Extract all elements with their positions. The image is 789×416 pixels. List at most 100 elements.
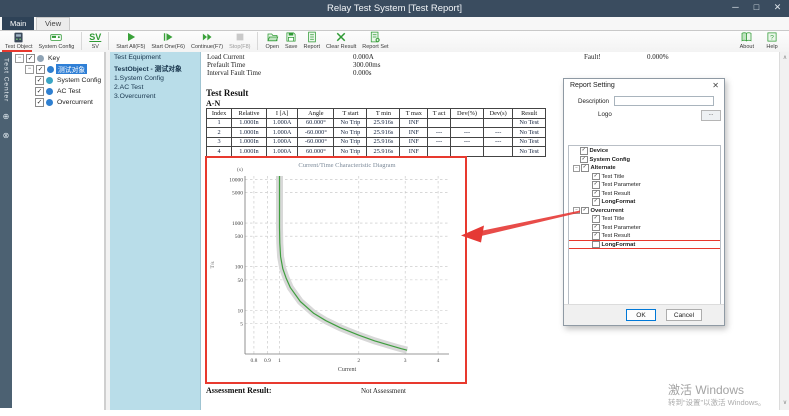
maximize-button[interactable]: □ xyxy=(751,2,762,13)
tree-item-label: AC Test xyxy=(55,88,83,95)
close-circle-icon[interactable]: ⊗ xyxy=(0,131,12,140)
table-cell: 1.000A xyxy=(266,137,297,147)
help-icon: ? xyxy=(766,31,778,43)
tree-item-[interactable]: −✓ 测试对象 xyxy=(12,64,104,74)
report-section-overcurrent[interactable]: −✓Overcurrent xyxy=(569,207,720,214)
test-object-icon xyxy=(12,31,25,43)
checkbox-checked[interactable]: ✓ xyxy=(592,232,600,240)
overview-item-1-system-config[interactable]: 1.System Config xyxy=(110,73,200,82)
collapse-icon[interactable]: − xyxy=(15,54,24,63)
clear-result-icon xyxy=(335,31,347,43)
table-cell: --- xyxy=(450,137,483,147)
report-section-test-parameter[interactable]: ✓Test Parameter xyxy=(569,224,720,231)
tree-item-label: 测试对象 xyxy=(56,64,87,74)
tree-item-ac-test[interactable]: ✓ AC Test xyxy=(12,86,104,96)
ok-button[interactable]: OK xyxy=(626,309,656,321)
open-icon xyxy=(266,31,279,43)
report-section-test-result[interactable]: ✓Test Result xyxy=(569,190,720,197)
toolbar-item-save[interactable]: Save xyxy=(282,31,301,50)
side-rail-label[interactable]: Test Center xyxy=(3,58,10,102)
toolbar-item-about[interactable]: About xyxy=(737,31,757,50)
minimize-button[interactable]: ─ xyxy=(730,2,741,13)
plus-circle-icon[interactable]: ⊕ xyxy=(0,112,12,121)
tab-main[interactable]: Main xyxy=(2,17,34,30)
toolbar-item-clear-result[interactable]: Clear Result xyxy=(323,31,359,50)
checkbox-checked[interactable]: ✓ xyxy=(581,207,589,215)
report-setting-dialog: Report Setting ✕ Description Logo ... ✓D… xyxy=(563,78,725,326)
checkbox-checked[interactable]: ✓ xyxy=(592,173,600,181)
checkbox-checked[interactable]: ✓ xyxy=(580,156,588,164)
table-cell: 25.916s xyxy=(367,137,400,147)
checkbox-checked[interactable]: ✓ xyxy=(26,54,35,63)
overview-item-3-overcurrent[interactable]: 3.Overcurrent xyxy=(110,91,200,100)
logo-browse-button[interactable]: ... xyxy=(701,110,721,121)
checkbox-checked[interactable]: ✓ xyxy=(592,224,600,232)
toolbar-item-label: Stop(F8) xyxy=(229,44,250,50)
checkbox-checked[interactable]: ✓ xyxy=(35,87,44,96)
tree-item-system-config[interactable]: ✓System Config xyxy=(12,75,104,85)
report-section-test-parameter[interactable]: ✓Test Parameter xyxy=(569,182,720,189)
checkbox-checked[interactable]: ✓ xyxy=(592,190,600,198)
toolbar-item-test-object[interactable]: Test Object xyxy=(2,31,36,50)
checkbox-unchecked[interactable] xyxy=(592,241,600,249)
scroll-down-icon[interactable]: ∨ xyxy=(780,399,789,406)
toolbar-item-label: Save xyxy=(285,44,298,50)
toolbar-item-sv[interactable]: SVSV xyxy=(86,31,104,50)
collapse-icon[interactable]: − xyxy=(573,165,580,172)
svg-text:Current: Current xyxy=(338,367,357,373)
report-section-test-result[interactable]: ✓Test Result xyxy=(569,233,720,240)
report-section-test-title[interactable]: ✓Test Title xyxy=(569,173,720,180)
toolbar-item-start-all-f5[interactable]: Start All(F5) xyxy=(113,31,148,50)
table-cell: 1.000In xyxy=(232,137,267,147)
toolbar-item-report[interactable]: Report xyxy=(301,31,324,50)
toolbar-item-label: Start One(F6) xyxy=(151,44,185,50)
overview-item-2-ac-test[interactable]: 2.AC Test xyxy=(110,82,200,91)
checkbox-checked[interactable]: ✓ xyxy=(35,98,44,107)
svg-text:10: 10 xyxy=(238,308,244,314)
svg-text:2: 2 xyxy=(357,358,360,364)
report-section-alternate[interactable]: −✓Alternate xyxy=(569,165,720,172)
report-section-device[interactable]: ✓Device xyxy=(569,148,720,155)
description-input[interactable] xyxy=(614,96,714,106)
toolbar-item-start-one-f6[interactable]: Start One(F6) xyxy=(148,31,188,50)
checkbox-checked[interactable]: ✓ xyxy=(592,181,600,189)
table-header-row: IndexRelativeI [A]AngleT startT minT max… xyxy=(207,109,546,119)
report-sections-tree: ✓Device✓System Config−✓Alternate✓Test Ti… xyxy=(568,145,721,306)
collapse-icon[interactable]: − xyxy=(573,207,580,214)
toolbar-item-system-config[interactable]: System Config xyxy=(36,31,78,50)
toolbar-item-stop-f8: Stop(F8) xyxy=(226,31,253,50)
report-section-system-config[interactable]: ✓System Config xyxy=(569,156,720,163)
toolbar-item-open[interactable]: Open xyxy=(262,31,281,50)
system-config-icon xyxy=(49,31,63,43)
tab-view[interactable]: View xyxy=(36,17,70,30)
tree-root-key[interactable]: −✓Key xyxy=(12,53,104,63)
overview-item-test-equipment[interactable]: Test Equipment xyxy=(110,52,200,61)
checkbox-checked[interactable]: ✓ xyxy=(35,76,44,85)
collapse-icon[interactable]: − xyxy=(25,65,34,74)
vertical-scrollbar[interactable]: ∧ ∨ xyxy=(779,52,789,410)
checkbox-checked[interactable]: ✓ xyxy=(581,164,589,172)
toolbar-item-report-set[interactable]: Report Set xyxy=(359,31,391,50)
cancel-button[interactable]: Cancel xyxy=(666,309,702,321)
checkbox-checked[interactable]: ✓ xyxy=(36,65,45,74)
report-section-longformat[interactable]: ✓LongFormat xyxy=(569,199,720,206)
close-button[interactable]: ✕ xyxy=(772,2,783,13)
toolbar-item-help[interactable]: ?Help xyxy=(763,31,781,50)
scroll-up-icon[interactable]: ∧ xyxy=(780,54,789,61)
toolbar-group-2: Start All(F5)Start One(F6)Continue(F7)St… xyxy=(111,31,255,50)
toolbar-right: About ?Help xyxy=(737,31,781,50)
checkbox-checked[interactable]: ✓ xyxy=(592,215,600,223)
checkbox-checked[interactable]: ✓ xyxy=(592,198,600,206)
report-section-label: LongFormat xyxy=(602,242,636,248)
report-section-test-title[interactable]: ✓Test Title xyxy=(569,216,720,223)
toolbar-item-label: Report xyxy=(304,44,321,50)
checkbox-checked[interactable]: ✓ xyxy=(580,147,588,155)
dialog-close-icon[interactable]: ✕ xyxy=(712,81,719,90)
table-cell: 25.916s xyxy=(367,118,400,128)
column-header-t-max: T max xyxy=(400,109,428,119)
toolbar-item-continue-f7[interactable]: Continue(F7) xyxy=(188,31,226,50)
report-section-longformat[interactable]: LongFormat xyxy=(569,241,720,248)
dialog-title: Report Setting xyxy=(570,82,615,89)
overview-item-testobject[interactable]: TestObject - 测试对象 xyxy=(110,61,200,73)
tree-item-overcurrent[interactable]: ✓Overcurrent xyxy=(12,97,104,107)
